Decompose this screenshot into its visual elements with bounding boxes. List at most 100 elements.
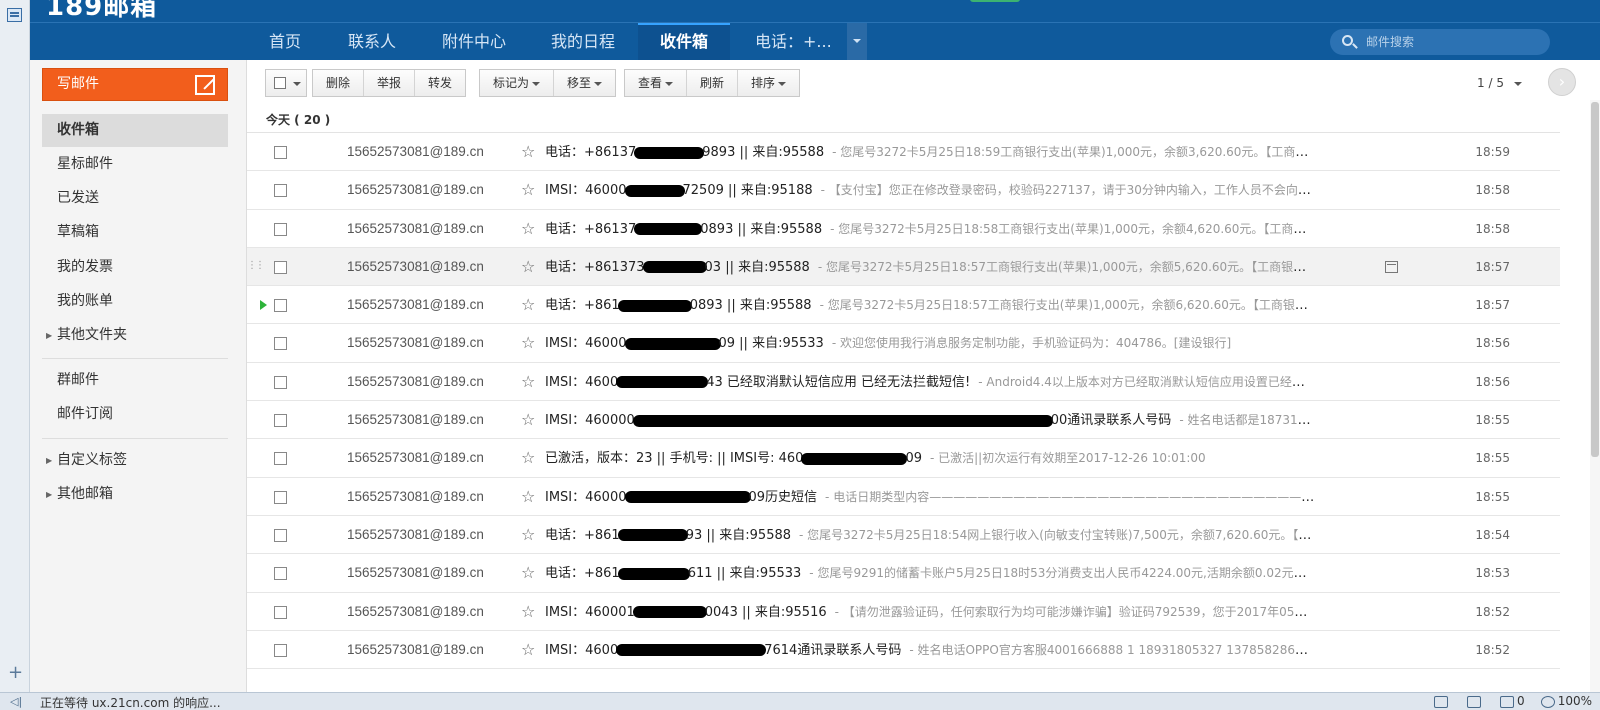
- delete-button[interactable]: 删除: [313, 70, 365, 96]
- mail-checkbox[interactable]: [274, 337, 287, 351]
- pager[interactable]: 1 / 5: [1477, 76, 1522, 90]
- select-all-checkbox[interactable]: [274, 77, 286, 89]
- folder-group-mail[interactable]: 群邮件: [42, 364, 228, 397]
- mail-search[interactable]: [1330, 29, 1550, 55]
- compose-button[interactable]: 写邮件: [42, 68, 228, 101]
- folder-custom-tags[interactable]: ▶ 自定义标签: [42, 444, 228, 477]
- star-icon[interactable]: ☆: [521, 324, 535, 362]
- mail-checkbox[interactable]: [274, 146, 287, 159]
- drag-handle-icon[interactable]: ⋮⋮: [247, 260, 265, 271]
- star-icon[interactable]: ☆: [521, 171, 535, 209]
- mail-row[interactable]: 15652573081@189.cn ☆ IMSI：4600 7614通讯录联系人号码…: [247, 631, 1560, 670]
- star-icon[interactable]: ☆: [521, 248, 535, 286]
- folder-invoices[interactable]: 我的发票: [42, 251, 228, 284]
- refresh-button[interactable]: 刷新: [687, 70, 739, 96]
- mail-subject[interactable]: 已激活，版本：23 || 手机号: || IMSI号: 460 09 - 已激活||…: [545, 439, 1315, 478]
- report-button[interactable]: 举报: [364, 70, 416, 96]
- mail-subject[interactable]: IMSI：46000 09 || 来自:95533 - 欢迎您使用我行消息服务定制功…: [545, 324, 1315, 363]
- header-badge[interactable]: [970, 0, 1020, 2]
- mail-subject[interactable]: IMSI：460001 0043 || 来自:95516 - 【请勿泄露验证码，任何…: [545, 593, 1315, 632]
- mail-row[interactable]: 15652573081@189.cn ☆ IMSI：46000 72509 || 来自…: [247, 171, 1560, 210]
- star-icon[interactable]: ☆: [521, 516, 535, 554]
- calendar-icon[interactable]: [1385, 260, 1398, 273]
- mail-subject[interactable]: 电话：+86137 0893 || 来自:95588 - 您尾号3272卡5月25日…: [545, 210, 1315, 249]
- mail-subject[interactable]: 电话：+86137 9893 || 来自:95588 - 您尾号3272卡5月25日…: [545, 133, 1315, 172]
- mail-subject[interactable]: 电话：+861 611 || 来自:95533 - 您尾号9291的储蓄卡账户5月2…: [545, 554, 1315, 593]
- mail-row[interactable]: 15652573081@189.cn ☆ IMSI：460001 0043 || 来自…: [247, 593, 1560, 631]
- sound-icon[interactable]: [1434, 694, 1451, 708]
- mail-checkbox[interactable]: [274, 222, 287, 236]
- mail-checkbox[interactable]: [274, 184, 287, 198]
- nav-more-dropdown[interactable]: [847, 23, 867, 61]
- mail-checkbox[interactable]: [274, 605, 287, 619]
- mail-subject[interactable]: IMSI：4600 43 已经取消默认短信应用 已经无法拦截短信! - Androi…: [545, 363, 1315, 402]
- folder-inbox[interactable]: 收件箱: [42, 114, 228, 147]
- folder-starred[interactable]: 星标邮件: [42, 148, 228, 181]
- star-icon[interactable]: ☆: [521, 286, 535, 324]
- folder-subscriptions[interactable]: 邮件订阅: [42, 398, 228, 431]
- star-icon[interactable]: ☆: [521, 133, 535, 171]
- mail-checkbox[interactable]: [274, 567, 287, 581]
- zoom-control[interactable]: 100%: [1540, 694, 1592, 708]
- mail-checkbox[interactable]: [274, 375, 287, 389]
- folder-other-folders[interactable]: ▶ 其他文件夹: [42, 319, 228, 352]
- select-all-dropdown[interactable]: [265, 69, 307, 97]
- nav-calendar[interactable]: 我的日程: [551, 23, 615, 61]
- nav-contacts[interactable]: 联系人: [348, 23, 396, 61]
- star-icon[interactable]: ☆: [521, 593, 535, 631]
- star-icon[interactable]: ☆: [521, 478, 535, 516]
- mail-row[interactable]: 15652573081@189.cn ☆ 电话：+861 0893 || 来自:955…: [247, 286, 1560, 325]
- scrollbar-thumb[interactable]: [1591, 102, 1599, 457]
- nav-inbox[interactable]: 收件箱: [638, 23, 731, 61]
- mail-subject[interactable]: IMSI：4600 7614通讯录联系人号码 - 姓名电话OPPO官方客服40016…: [545, 631, 1315, 670]
- nav-attachments[interactable]: 附件中心: [442, 23, 506, 61]
- nav-home[interactable]: 首页: [269, 23, 301, 61]
- folder-drafts[interactable]: 草稿箱: [42, 216, 228, 249]
- star-icon[interactable]: ☆: [521, 631, 535, 669]
- view-dropdown[interactable]: 查看: [625, 70, 688, 96]
- mail-checkbox[interactable]: [274, 528, 287, 542]
- shield-icon[interactable]: 0: [1500, 694, 1525, 708]
- move-to-dropdown[interactable]: 移至: [554, 70, 615, 96]
- add-panel-icon[interactable]: +: [8, 664, 23, 682]
- star-icon[interactable]: ☆: [521, 554, 535, 592]
- mail-checkbox[interactable]: [274, 452, 287, 466]
- mail-checkbox[interactable]: [274, 299, 287, 313]
- mail-checkbox[interactable]: [274, 260, 287, 274]
- star-icon[interactable]: ☆: [521, 439, 535, 477]
- mail-row[interactable]: 15652573081@189.cn ☆ 电话：+861 93 || 来自:95588…: [247, 516, 1560, 555]
- forward-button[interactable]: 转发: [415, 70, 465, 96]
- mail-subject[interactable]: IMSI：46000 72509 || 来自:95188 - 【支付宝】您正在修改登…: [545, 171, 1315, 210]
- mail-checkbox[interactable]: [274, 643, 287, 657]
- logo[interactable]: 189邮箱: [46, 0, 157, 22]
- mail-row[interactable]: 15652573081@189.cn ☆ 电话：+861 611 || 来自:9553…: [247, 554, 1560, 593]
- mail-subject[interactable]: 电话：+861 93 || 来自:95588 - 您尾号3272卡5月25日18:5…: [545, 516, 1315, 555]
- mail-row[interactable]: 15652573081@189.cn ☆ IMSI：46000 09历史短信 - 电话日…: [247, 478, 1560, 516]
- sort-dropdown[interactable]: 排序: [738, 70, 799, 96]
- window-icon[interactable]: [1467, 694, 1484, 708]
- mail-row[interactable]: ⋮⋮ 15652573081@189.cn ☆ 电话：+861373 03 || 来自:…: [247, 247, 1560, 287]
- favorites-icon[interactable]: [7, 8, 22, 22]
- mail-checkbox[interactable]: [274, 414, 287, 428]
- folder-bills[interactable]: 我的账单: [42, 285, 228, 318]
- folder-other-mailboxes[interactable]: ▶ 其他邮箱: [42, 478, 228, 511]
- mail-checkbox[interactable]: [274, 490, 287, 504]
- mail-row[interactable]: 15652573081@189.cn ☆ IMSI：46000 09 || 来自:95…: [247, 324, 1560, 363]
- mail-row[interactable]: 15652573081@189.cn ☆ IMSI：460000 00通讯录联系人号码…: [247, 401, 1560, 440]
- folder-sent[interactable]: 已发送: [42, 182, 228, 215]
- collapse-icon[interactable]: ◁|: [10, 695, 22, 708]
- mail-subject[interactable]: IMSI：460000 00通讯录联系人号码 - 姓名电话都是18731051243…: [545, 401, 1315, 440]
- mark-as-dropdown[interactable]: 标记为: [480, 70, 555, 96]
- nav-phone-tab[interactable]: 电话：+...: [755, 23, 832, 61]
- next-page-button[interactable]: ›: [1548, 68, 1576, 96]
- mail-subject[interactable]: IMSI：46000 09历史短信 - 电话日期类型内容——————————————…: [545, 478, 1315, 517]
- scrollbar[interactable]: [1590, 100, 1600, 692]
- star-icon[interactable]: ☆: [521, 363, 535, 401]
- mail-subject[interactable]: 电话：+861 0893 || 来自:95588 - 您尾号3272卡5月25日18…: [545, 286, 1315, 325]
- star-icon[interactable]: ☆: [521, 401, 535, 439]
- star-icon[interactable]: ☆: [521, 210, 535, 248]
- mail-row[interactable]: 15652573081@189.cn ☆ 电话：+86137 0893 || 来自:9…: [247, 210, 1560, 248]
- mail-row[interactable]: 15652573081@189.cn ☆ 已激活，版本：23 || 手机号: || …: [247, 439, 1560, 478]
- search-input[interactable]: [1366, 32, 1536, 52]
- mail-row[interactable]: 15652573081@189.cn ☆ 电话：+86137 9893 || 来自:9…: [247, 133, 1560, 172]
